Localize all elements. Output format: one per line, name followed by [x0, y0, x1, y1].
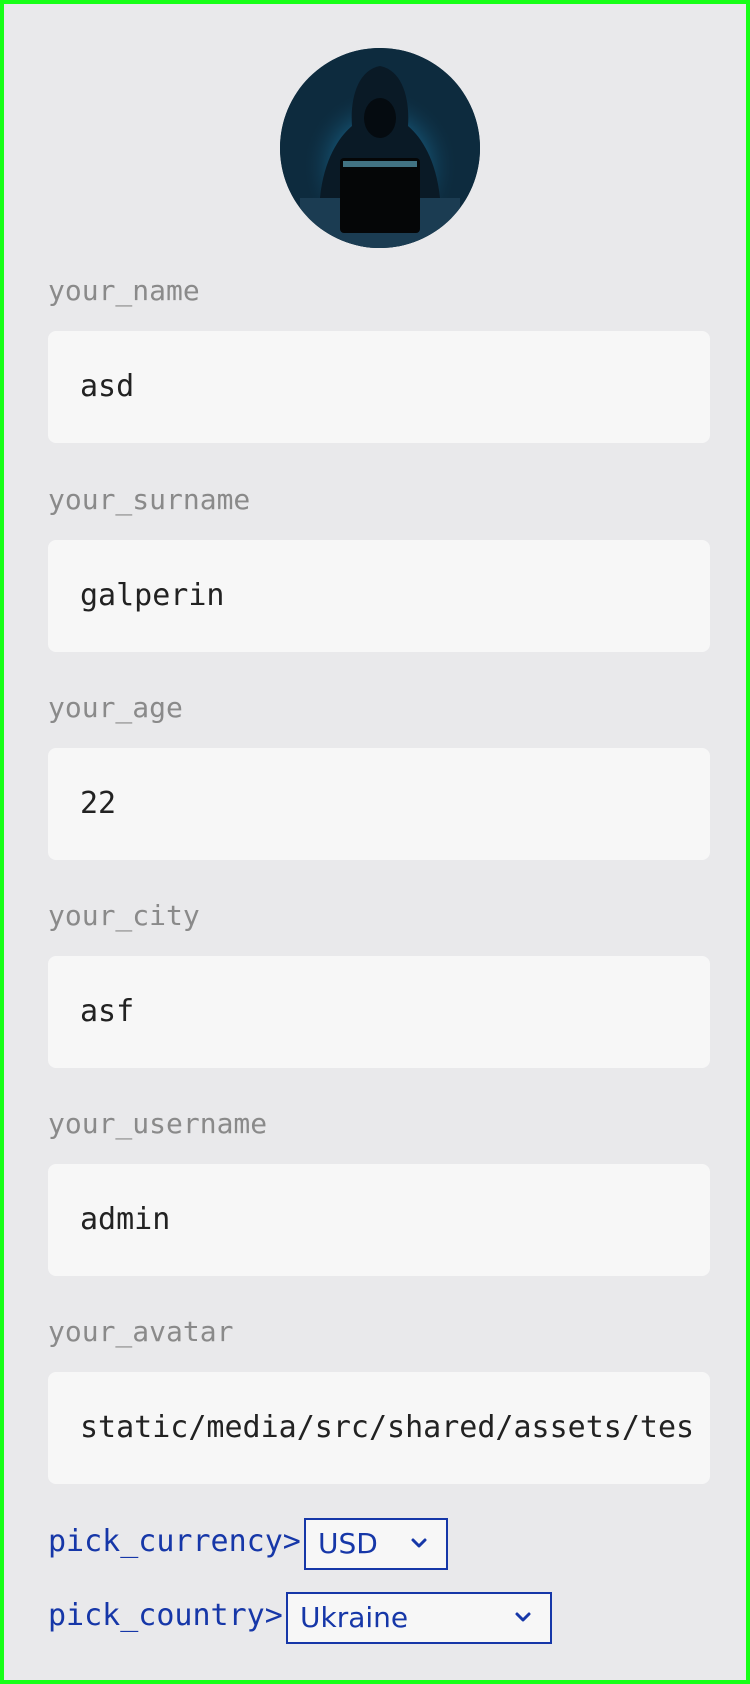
age-label: your_age [48, 691, 183, 724]
country-selected-value: Ukraine [300, 1601, 409, 1634]
hooded-hacker-avatar-icon [280, 48, 480, 248]
name-input[interactable]: asd [48, 331, 710, 443]
currency-select[interactable]: USD [304, 1518, 448, 1570]
country-picker-label: pick_country> [48, 1598, 283, 1633]
username-label: your_username [48, 1107, 268, 1140]
profile-form: your_name asd your_surname galperin your… [0, 0, 750, 1684]
avatar-path-input[interactable]: static/media/src/shared/assets/tes [48, 1372, 710, 1484]
currency-selected-value: USD [318, 1527, 378, 1560]
surname-input[interactable]: galperin [48, 540, 710, 652]
avatar-path-label: your_avatar [48, 1315, 234, 1348]
city-input[interactable]: asf [48, 956, 710, 1068]
chevron-down-icon [411, 1538, 427, 1548]
currency-picker-label: pick_currency> [48, 1524, 301, 1559]
avatar[interactable] [280, 48, 480, 248]
city-label: your_city [48, 899, 200, 932]
surname-label: your_surname [48, 483, 251, 516]
age-input[interactable]: 22 [48, 748, 710, 860]
name-label: your_name [48, 274, 200, 307]
username-input[interactable]: admin [48, 1164, 710, 1276]
country-select[interactable]: Ukraine [286, 1592, 552, 1644]
chevron-down-icon [515, 1612, 531, 1622]
